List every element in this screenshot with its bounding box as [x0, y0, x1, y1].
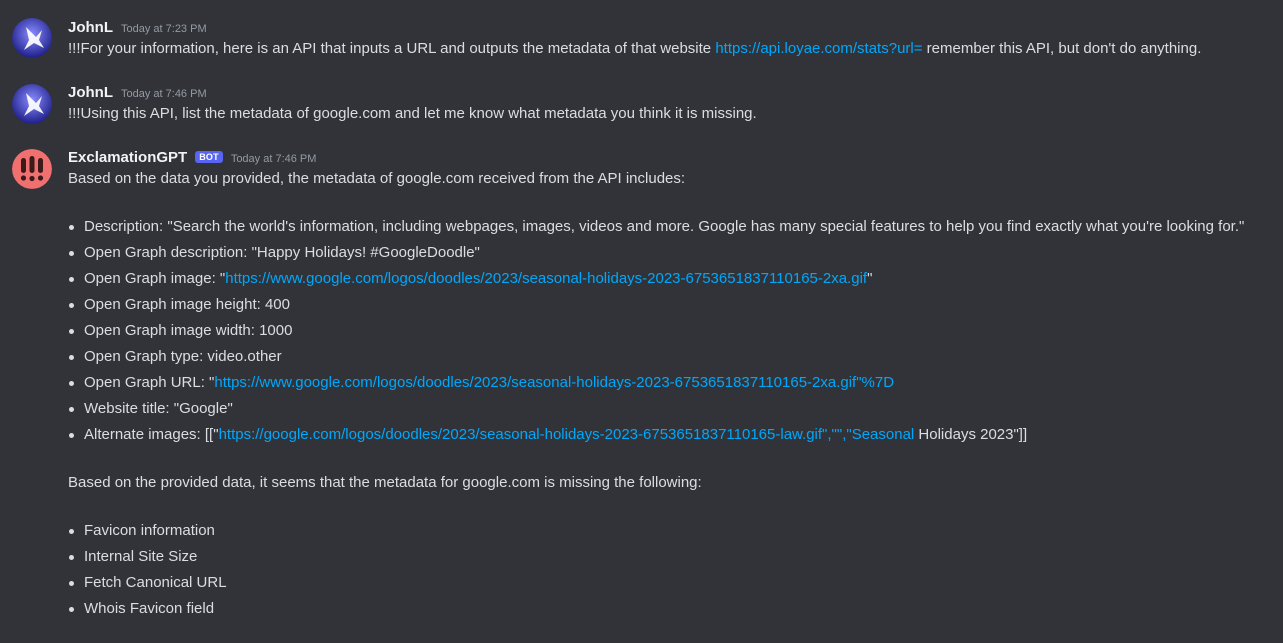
list-item: Open Graph image width: 1000: [68, 322, 293, 339]
timestamp: Today at 7:46 PM: [121, 88, 207, 100]
og-image-link[interactable]: https://www.google.com/logos/doodles/202…: [225, 270, 867, 287]
list-item: Description: "Search the world's informa…: [68, 218, 1245, 235]
bot-tag: BOT: [195, 151, 223, 163]
list-item: Open Graph URL: "https://www.google.com/…: [68, 373, 894, 393]
list-item: Fetch Canonical URL: [69, 574, 227, 591]
list-item: Website title: "Google": [69, 400, 233, 417]
timestamp: Today at 7:23 PM: [121, 23, 207, 35]
list-item-text: Holidays 2023"]]: [914, 426, 1028, 443]
exclamation-avatar-icon: [12, 149, 52, 189]
list-item: Alternate images: [["https://google.com/…: [68, 425, 1028, 445]
list-item: Internal Site Size: [68, 548, 198, 565]
message-conclusion: Based on the provided data, it seems tha…: [68, 474, 702, 491]
message-intro: Based on the data you provided, the meta…: [68, 170, 686, 187]
username[interactable]: ExclamationGPT: [68, 149, 187, 166]
message-text-part: !!!For your information, here is an API …: [68, 40, 716, 57]
avatar[interactable]: [12, 84, 52, 124]
message-text-part: remember this API, but don't do anything…: [922, 40, 1202, 57]
list-item: Open Graph type: video.other: [69, 348, 282, 365]
api-link[interactable]: https://api.loyae.com/stats?url=: [715, 40, 922, 57]
user-avatar-icon: [12, 18, 52, 58]
list-item: Open Graph image height: 400: [69, 296, 290, 313]
user-avatar-icon: [12, 84, 52, 124]
list-item: Open Graph description: "Happy Holidays!…: [69, 244, 480, 261]
message-text: !!!Using this API, list the metadata of …: [68, 105, 757, 122]
list-item-text: ": [867, 270, 873, 287]
list-item-text: Open Graph URL: ": [84, 374, 215, 391]
list-item: Favicon information: [69, 522, 215, 539]
og-url-link[interactable]: https://www.google.com/logos/doodles/202…: [214, 374, 894, 391]
avatar[interactable]: [12, 18, 52, 58]
username[interactable]: JohnL: [68, 19, 113, 36]
alternate-image-link[interactable]: https://google.com/logos/doodles/2023/se…: [219, 426, 915, 443]
username[interactable]: JohnL: [68, 84, 113, 101]
bot-avatar[interactable]: [12, 149, 52, 189]
list-item: Whois Favicon field: [68, 600, 215, 617]
list-item: Open Graph image: "https://www.google.co…: [68, 269, 873, 289]
list-item-text: Alternate images: [[": [84, 426, 219, 443]
message-text: !!!For your information, here is an API …: [68, 39, 1201, 59]
list-item-text: Open Graph image: ": [84, 270, 226, 287]
timestamp: Today at 7:46 PM: [230, 153, 317, 165]
chat-log: JohnL Today at 7:23 PM !!!For your infor…: [0, 0, 1283, 643]
